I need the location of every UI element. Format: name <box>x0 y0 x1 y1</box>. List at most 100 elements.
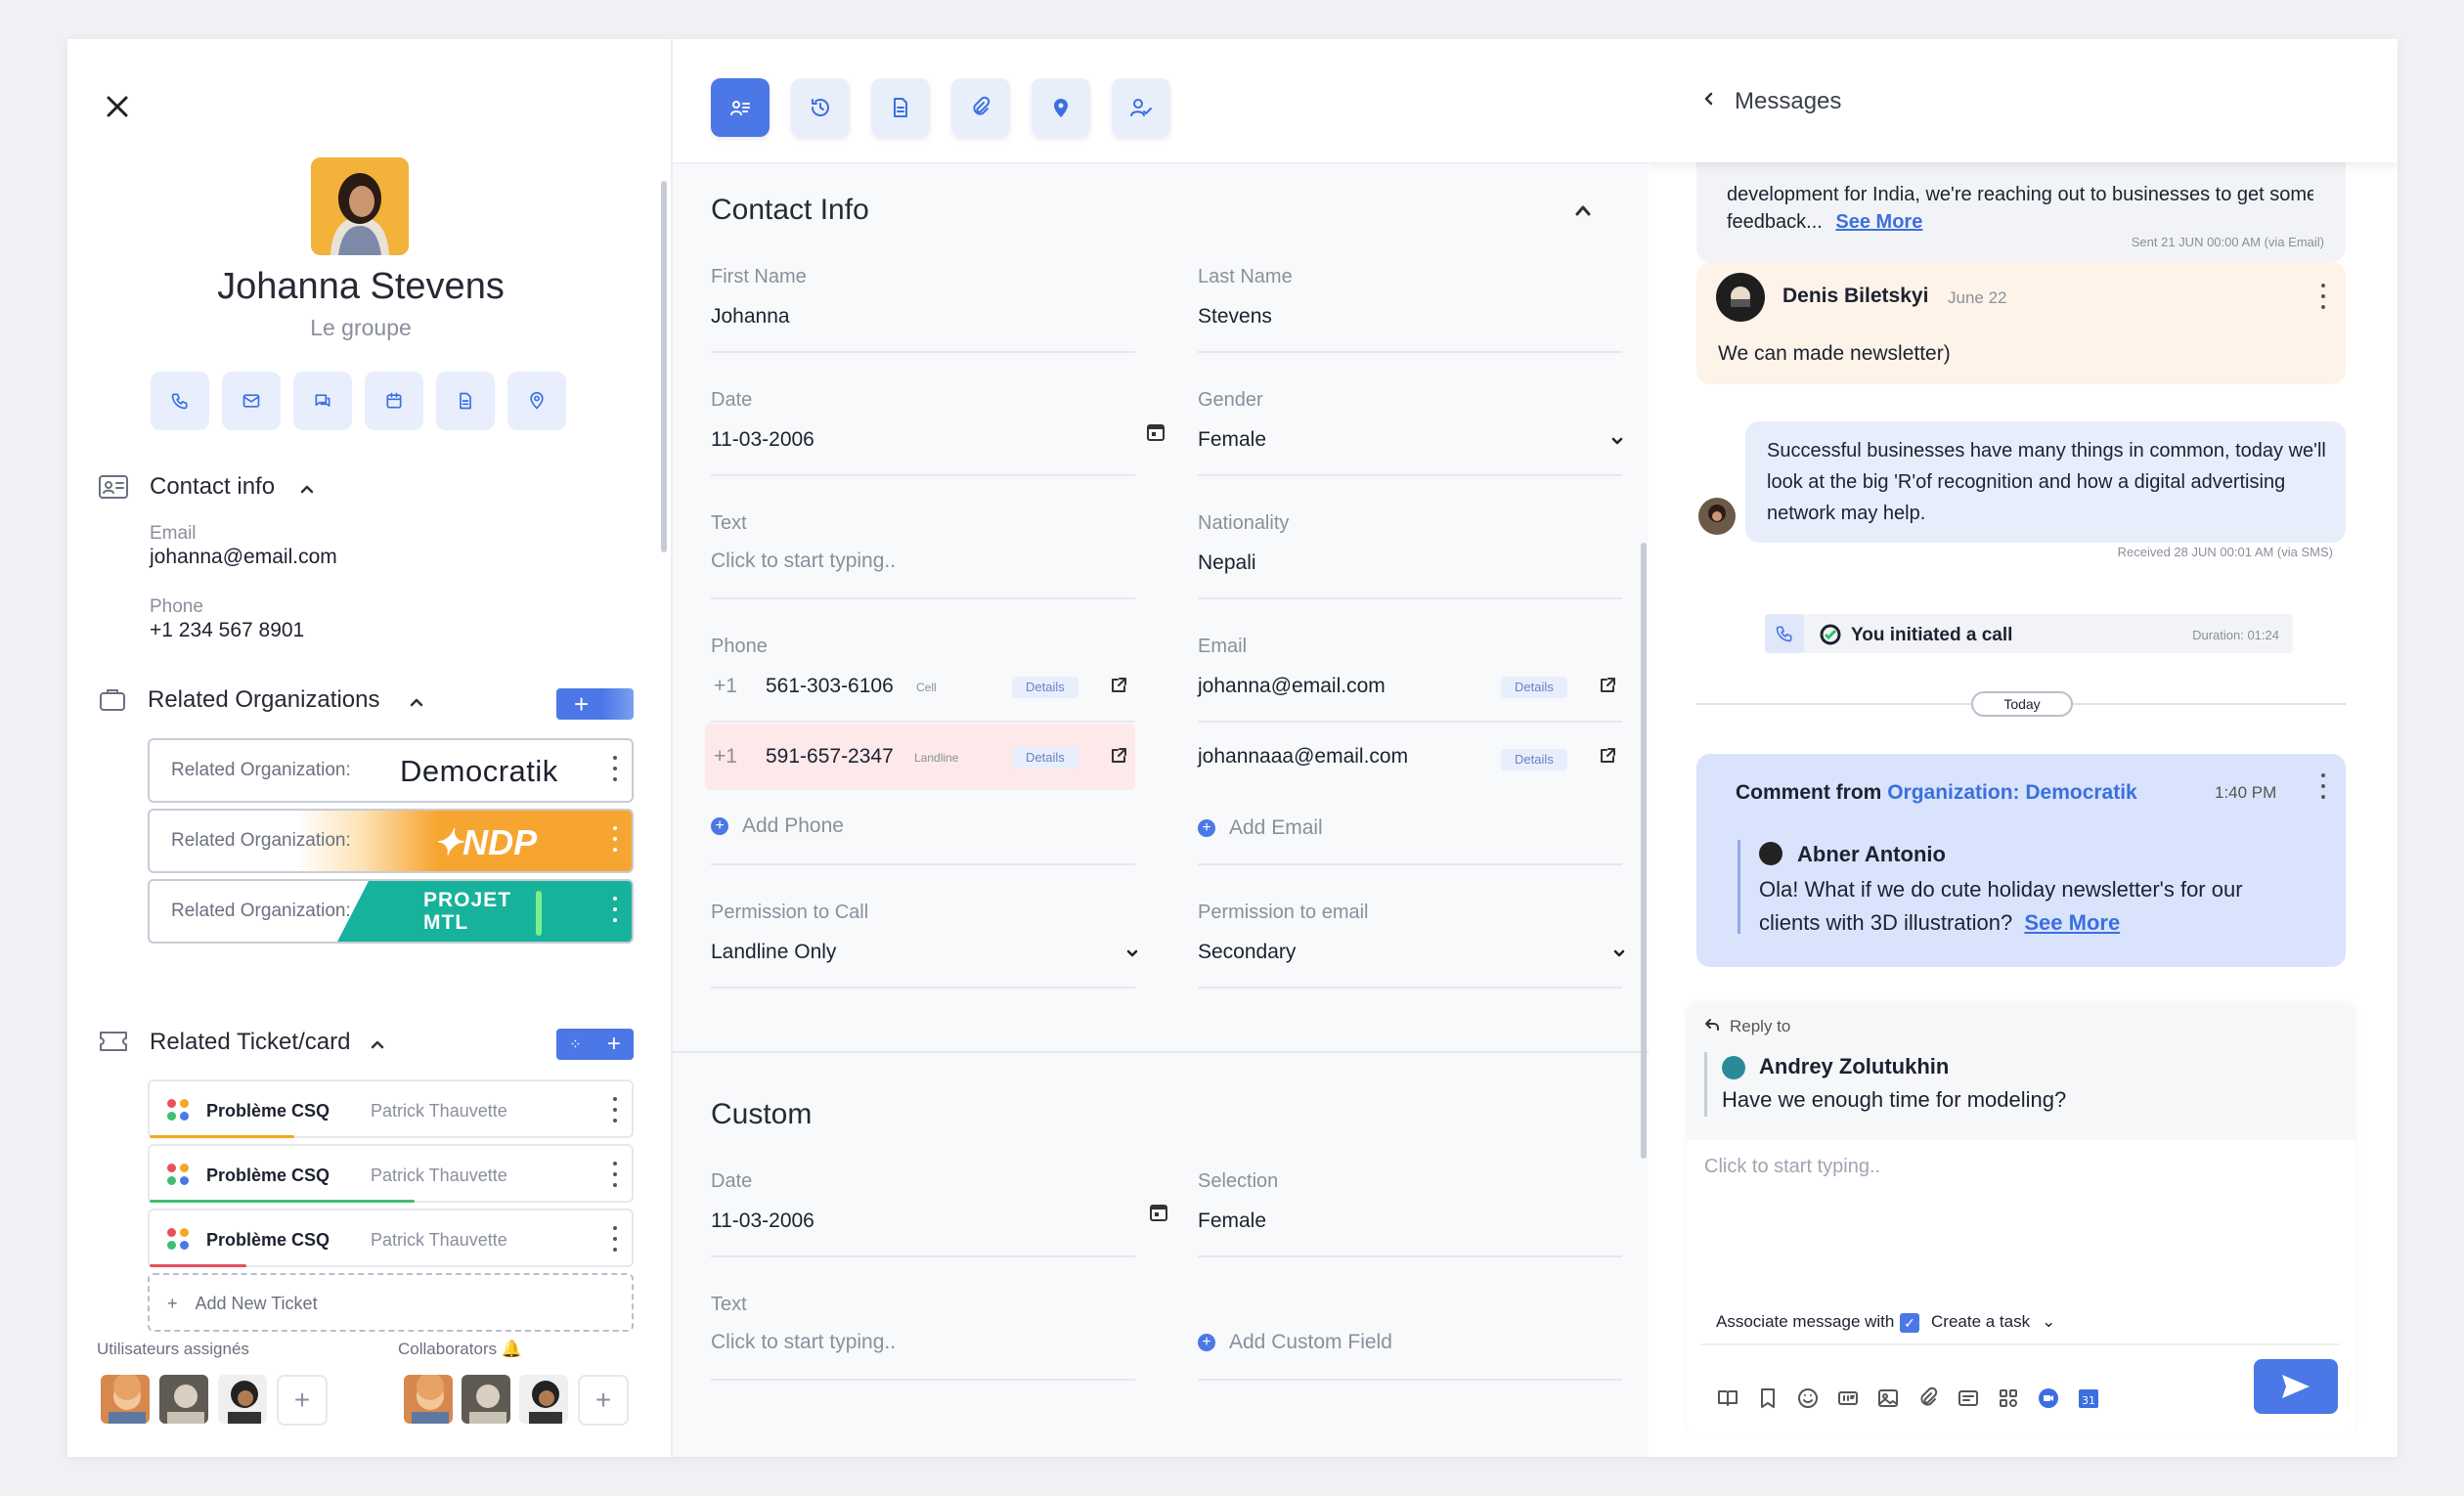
calendar-icon[interactable] <box>1149 1203 1168 1227</box>
external-link-icon[interactable] <box>1599 677 1616 699</box>
bookmark-icon[interactable] <box>1756 1386 1780 1410</box>
more-options-icon[interactable] <box>2320 284 2326 309</box>
add-custom-field-button[interactable]: + Add Custom Field <box>1198 1331 1392 1354</box>
left-scrollbar[interactable] <box>661 181 667 552</box>
zoom-icon[interactable] <box>2037 1386 2060 1410</box>
call-button[interactable] <box>151 372 209 430</box>
more-options-icon[interactable] <box>612 1226 618 1252</box>
chevron-left-icon[interactable] <box>1703 92 1713 110</box>
chevron-down-icon[interactable] <box>1613 945 1625 962</box>
send-button[interactable] <box>2254 1359 2338 1414</box>
email-button[interactable] <box>222 372 281 430</box>
selection-field[interactable]: Female <box>1198 1210 1266 1233</box>
document-icon <box>894 98 907 117</box>
ticket-row[interactable]: Problème CSQ Patrick Thauvette <box>148 1079 634 1138</box>
image-icon[interactable] <box>1876 1386 1900 1410</box>
gender-select[interactable]: Female <box>1198 428 1266 452</box>
external-link-icon[interactable] <box>1599 747 1616 770</box>
avatar[interactable] <box>402 1373 455 1426</box>
message-input[interactable]: Click to start typing.. <box>1704 1156 1880 1178</box>
calendar-app-icon[interactable]: 31 <box>2077 1386 2100 1410</box>
more-options-icon[interactable] <box>2320 773 2326 799</box>
ticket-row[interactable]: Problème CSQ Patrick Thauvette <box>148 1144 634 1203</box>
phone-row-highlighted[interactable]: +1 591-657-2347 Landline Details <box>705 724 1135 790</box>
last-name-field[interactable]: Stevens <box>1198 305 1272 329</box>
template-icon[interactable] <box>1957 1386 1980 1410</box>
checkbox-checked-icon[interactable]: ✓ <box>1900 1312 1919 1333</box>
more-options-icon[interactable] <box>612 756 618 781</box>
permission-email-select[interactable]: Secondary <box>1198 941 1296 964</box>
emoji-icon[interactable] <box>1796 1386 1820 1410</box>
paperclip-icon[interactable] <box>1916 1386 1940 1410</box>
custom-date-field[interactable]: 11-03-2006 <box>711 1210 814 1233</box>
calendar-button[interactable] <box>365 372 423 430</box>
chevron-up-icon[interactable] <box>371 1036 384 1054</box>
create-task-toggle[interactable]: ✓ Create a task ⌄ <box>1900 1302 2095 1336</box>
external-link-icon[interactable] <box>1110 677 1127 699</box>
organization-card-democratik[interactable]: Related Organization: Democratik <box>148 738 634 803</box>
custom-text-input[interactable]: Click to start typing.. <box>711 1331 896 1354</box>
avatar[interactable] <box>99 1373 152 1426</box>
email-address: johannaaa@email.com <box>1198 745 1409 768</box>
details-button[interactable]: Details <box>1501 677 1567 698</box>
chat-button[interactable] <box>293 372 352 430</box>
details-button[interactable]: Details <box>1012 677 1078 698</box>
ticket-row[interactable]: Problème CSQ Patrick Thauvette <box>148 1209 634 1267</box>
avatar[interactable] <box>460 1373 512 1426</box>
add-email-button[interactable]: + Add Email <box>1198 816 1323 840</box>
text-input[interactable]: Click to start typing.. <box>711 550 896 573</box>
add-collaborator-button[interactable]: + <box>578 1375 629 1426</box>
organization-card-projet-mtl[interactable]: Related Organization: PROJET MTL <box>148 879 634 944</box>
tab-assign[interactable] <box>1112 78 1170 137</box>
permission-call-select[interactable]: Landline Only <box>711 941 836 964</box>
email-row[interactable]: johanna@email.com Details <box>1198 675 1622 714</box>
org-logo-ndp: ✦NDP <box>433 822 538 862</box>
more-options-icon[interactable] <box>612 897 618 922</box>
avatar[interactable] <box>157 1373 210 1426</box>
chevron-up-icon[interactable] <box>410 694 423 712</box>
gif-icon[interactable] <box>1836 1386 1860 1410</box>
tab-history[interactable] <box>791 78 850 137</box>
details-button[interactable]: Details <box>1012 747 1078 769</box>
tab-contact[interactable] <box>711 78 770 137</box>
close-icon[interactable] <box>101 90 134 123</box>
add-organization-button[interactable]: + <box>556 688 634 720</box>
add-new-ticket-button[interactable]: + Add New Ticket <box>148 1273 634 1332</box>
more-options-icon[interactable] <box>612 826 618 852</box>
add-assigned-user-button[interactable]: + <box>277 1375 328 1426</box>
middle-scrollbar[interactable] <box>1641 543 1647 1159</box>
add-phone-button[interactable]: + Add Phone <box>711 814 844 838</box>
external-link-icon[interactable] <box>1110 747 1127 770</box>
chevron-down-icon[interactable] <box>1611 432 1623 450</box>
nationality-label: Nationality <box>1198 512 1290 534</box>
avatar[interactable] <box>216 1373 269 1426</box>
calendar-icon[interactable] <box>1146 422 1166 447</box>
add-ticket-plus-icon[interactable]: + <box>607 1031 621 1058</box>
tab-location[interactable] <box>1032 78 1090 137</box>
email-row[interactable]: johannaaa@email.com Details <box>1198 745 1622 784</box>
document-button[interactable] <box>436 372 495 430</box>
book-icon[interactable] <box>1716 1386 1739 1410</box>
message-sms: Successful businesses have many things i… <box>1745 421 2346 543</box>
chevron-up-icon[interactable] <box>300 481 314 499</box>
date-field[interactable]: 11-03-2006 <box>711 428 814 452</box>
more-options-icon[interactable] <box>612 1097 618 1122</box>
nationality-field[interactable]: Nepali <box>1198 551 1256 575</box>
see-more-link[interactable]: See More <box>1835 211 1922 233</box>
apps-icon[interactable] <box>1997 1386 2020 1410</box>
organization-card-ndp[interactable]: Related Organization: ✦NDP <box>148 809 634 873</box>
see-more-link[interactable]: See More <box>2024 910 2120 935</box>
tab-documents[interactable] <box>871 78 930 137</box>
chevron-down-icon[interactable] <box>1126 945 1138 962</box>
details-button[interactable]: Details <box>1501 749 1567 770</box>
grid-icon[interactable]: ⁘ <box>569 1035 582 1053</box>
first-name-field[interactable]: Johanna <box>711 305 790 329</box>
avatar[interactable] <box>517 1373 570 1426</box>
phone-row[interactable]: +1 561-303-6106 Cell Details <box>711 675 1135 714</box>
organization-link[interactable]: Organization: Democratik <box>1887 781 2137 804</box>
more-options-icon[interactable] <box>612 1162 618 1187</box>
bell-icon[interactable]: 🔔 <box>502 1340 522 1358</box>
location-button[interactable] <box>507 372 566 430</box>
collapse-icon[interactable] <box>1574 203 1592 221</box>
tab-attachments[interactable] <box>951 78 1010 137</box>
